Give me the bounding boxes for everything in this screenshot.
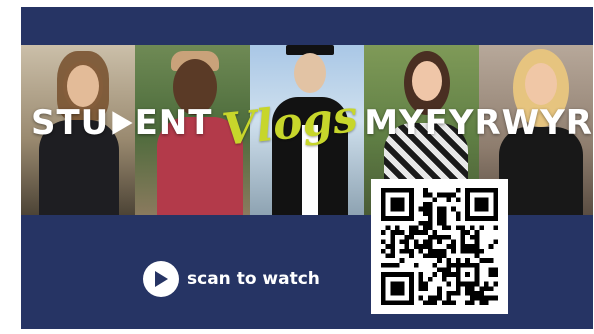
title-script: Vlogs (220, 90, 361, 156)
vlogs-banner-card: STU ENT Vlogs MYFYRWYR scan to watch (21, 7, 593, 329)
title-part-3: MYFYRWYR (364, 103, 593, 143)
qr-code[interactable] (371, 179, 508, 314)
scan-to-watch-label: scan to watch (187, 269, 320, 289)
qr-code-icon (381, 188, 498, 305)
scan-to-watch-button[interactable]: scan to watch (143, 261, 320, 297)
banner-title: STU ENT Vlogs MYFYRWYR (21, 90, 593, 156)
play-circle-icon (143, 261, 179, 297)
play-icon (112, 111, 133, 135)
title-part-1: STU (31, 103, 110, 143)
title-part-2: ENT (134, 103, 213, 143)
